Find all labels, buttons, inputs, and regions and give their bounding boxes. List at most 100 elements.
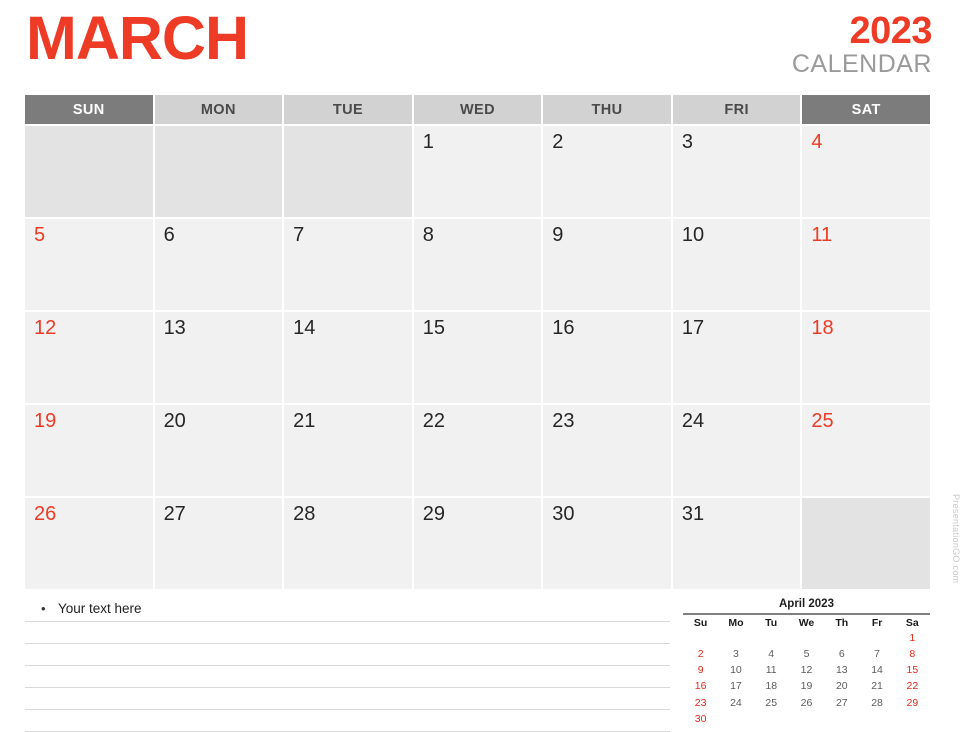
day-cell-20[interactable]: 20 xyxy=(154,405,283,496)
day-number: 12 xyxy=(34,317,57,339)
mini-day-cell-4[interactable]: 4 xyxy=(754,647,789,662)
day-cell-empty xyxy=(25,126,153,217)
mini-day-of-week-header-we: We xyxy=(798,617,815,629)
mini-day-cell-29[interactable]: 29 xyxy=(895,696,930,711)
day-cell-23[interactable]: 23 xyxy=(543,405,671,496)
day-cell-18[interactable]: 18 xyxy=(802,312,930,403)
day-number: 24 xyxy=(681,410,705,432)
year-label: 2023 xyxy=(849,10,932,52)
day-cell-29[interactable]: 29 xyxy=(413,498,542,589)
week-row: 12 13 14 15 16 17 18 xyxy=(25,312,930,403)
day-cell-24[interactable]: 24 xyxy=(672,405,801,496)
day-cell-17[interactable]: 17 xyxy=(672,312,801,403)
mini-day-cell-empty xyxy=(718,631,753,646)
day-cell-4[interactable]: 4 xyxy=(802,126,930,217)
day-number: 28 xyxy=(293,503,316,525)
week-rows: 1 2 3 4 5 6 7 8 9 10 11 12 13 14 15 16 17 18 19 20 21 22 23 24 2… xyxy=(25,126,930,589)
mini-day-cell-20[interactable]: 20 xyxy=(824,679,859,694)
mini-day-cell-empty xyxy=(859,712,894,727)
day-of-week-header-tue: TUE xyxy=(284,95,412,124)
mini-day-cell-21[interactable]: 21 xyxy=(859,679,894,694)
day-cell-30[interactable]: 30 xyxy=(543,498,671,589)
mini-day-cell-19[interactable]: 19 xyxy=(789,679,824,694)
day-cell-11[interactable]: 11 xyxy=(802,219,930,310)
mini-day-cell-25[interactable]: 25 xyxy=(754,696,789,711)
day-cell-3[interactable]: 3 xyxy=(672,126,801,217)
month-grid: SUN MON TUE WED THU FRI SAT 1 2 3 4 5 6 7 8 9 10 11 12 13 1… xyxy=(25,95,930,589)
day-cell-27[interactable]: 27 xyxy=(154,498,283,589)
day-number: 7 xyxy=(293,224,305,246)
mini-day-cell-24[interactable]: 24 xyxy=(718,696,753,711)
mini-day-cell-7[interactable]: 7 xyxy=(859,647,894,662)
day-cell-2[interactable]: 2 xyxy=(543,126,671,217)
day-cell-12[interactable]: 12 xyxy=(25,312,153,403)
day-cell-5[interactable]: 5 xyxy=(25,219,153,310)
mini-day-cell-13[interactable]: 13 xyxy=(824,663,859,678)
mini-day-cell-18[interactable]: 18 xyxy=(754,679,789,694)
note-line[interactable] xyxy=(25,644,670,666)
week-row: 1 2 3 4 xyxy=(25,126,930,217)
day-cell-13[interactable]: 13 xyxy=(154,312,283,403)
day-number: 25 xyxy=(811,410,834,432)
mini-day-of-week-header-tu: Tu xyxy=(765,617,778,629)
day-number: 6 xyxy=(163,224,175,246)
notes-area[interactable]: • Your text here xyxy=(25,600,670,732)
mini-day-cell-empty xyxy=(859,631,894,646)
day-cell-1[interactable]: 1 xyxy=(413,126,542,217)
mini-day-cell-16[interactable]: 16 xyxy=(683,679,718,694)
mini-day-cell-15[interactable]: 15 xyxy=(895,663,930,678)
mini-day-cell-23[interactable]: 23 xyxy=(683,696,718,711)
day-cell-19[interactable]: 19 xyxy=(25,405,153,496)
mini-day-of-week-header-mo: Mo xyxy=(728,617,744,629)
calendar-header: MARCH 2023 CALENDAR xyxy=(0,0,960,92)
mini-day-cell-26[interactable]: 26 xyxy=(789,696,824,711)
day-number: 26 xyxy=(34,503,57,525)
mini-day-cell-28[interactable]: 28 xyxy=(859,696,894,711)
day-number: 2 xyxy=(552,131,564,153)
note-line[interactable] xyxy=(25,710,670,732)
mini-day-cell-12[interactable]: 12 xyxy=(789,663,824,678)
day-number: 19 xyxy=(34,410,57,432)
mini-day-cell-9[interactable]: 9 xyxy=(683,663,718,678)
day-number: 4 xyxy=(811,131,823,153)
day-cell-22[interactable]: 22 xyxy=(413,405,542,496)
day-cell-14[interactable]: 14 xyxy=(284,312,412,403)
day-number: 22 xyxy=(422,410,445,432)
day-cell-6[interactable]: 6 xyxy=(154,219,283,310)
day-cell-10[interactable]: 10 xyxy=(672,219,801,310)
mini-day-cell-30[interactable]: 30 xyxy=(683,712,718,727)
mini-day-cell-8[interactable]: 8 xyxy=(895,647,930,662)
mini-day-cell-5[interactable]: 5 xyxy=(789,647,824,662)
mini-day-cell-22[interactable]: 22 xyxy=(895,679,930,694)
day-number: 5 xyxy=(34,224,46,246)
day-cell-31[interactable]: 31 xyxy=(672,498,801,589)
note-line[interactable] xyxy=(25,688,670,710)
watermark-text: PresentationGO.com xyxy=(951,494,960,584)
note-text[interactable]: Your text here xyxy=(58,601,142,616)
day-cell-26[interactable]: 26 xyxy=(25,498,153,589)
mini-day-cell-10[interactable]: 10 xyxy=(718,663,753,678)
mini-day-cell-2[interactable]: 2 xyxy=(683,647,718,662)
mini-day-cell-14[interactable]: 14 xyxy=(859,663,894,678)
day-cell-21[interactable]: 21 xyxy=(284,405,412,496)
day-cell-28[interactable]: 28 xyxy=(284,498,412,589)
day-cell-16[interactable]: 16 xyxy=(543,312,671,403)
day-number: 11 xyxy=(811,224,833,246)
day-cell-8[interactable]: 8 xyxy=(413,219,542,310)
mini-day-cell-6[interactable]: 6 xyxy=(824,647,859,662)
note-line-first[interactable]: • Your text here xyxy=(25,600,670,622)
mini-day-cell-3[interactable]: 3 xyxy=(718,647,753,662)
mini-day-cell-empty xyxy=(754,631,789,646)
mini-day-cell-1[interactable]: 1 xyxy=(895,631,930,646)
mini-day-cell-17[interactable]: 17 xyxy=(718,679,753,694)
mini-day-cell-empty xyxy=(824,712,859,727)
day-cell-15[interactable]: 15 xyxy=(413,312,542,403)
day-cell-7[interactable]: 7 xyxy=(284,219,412,310)
day-of-week-header-mon: MON xyxy=(154,95,283,124)
mini-day-cell-27[interactable]: 27 xyxy=(824,696,859,711)
day-cell-25[interactable]: 25 xyxy=(802,405,930,496)
note-line[interactable] xyxy=(25,666,670,688)
note-line[interactable] xyxy=(25,622,670,644)
mini-day-cell-11[interactable]: 11 xyxy=(754,663,789,678)
day-cell-9[interactable]: 9 xyxy=(543,219,671,310)
